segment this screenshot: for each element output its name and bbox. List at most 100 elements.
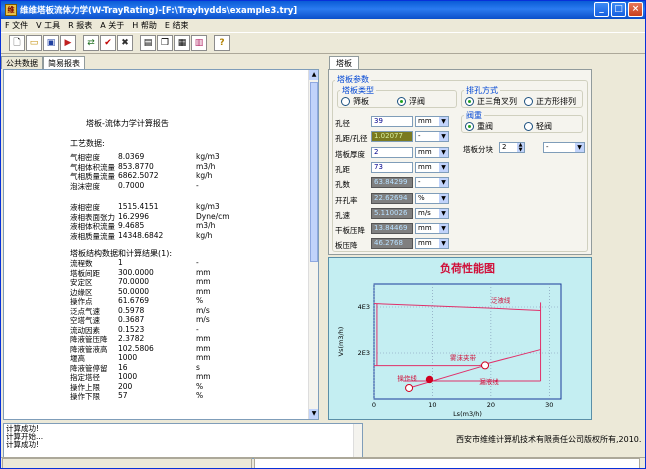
splitter[interactable]: [321, 56, 325, 420]
menu-help[interactable]: H 帮助: [132, 20, 157, 31]
field-input[interactable]: 73: [371, 161, 413, 173]
chevron-down-icon: ▼: [575, 143, 584, 152]
log-scrollbar[interactable]: [353, 424, 362, 458]
unit-select[interactable]: m/s ▼: [415, 207, 449, 219]
radio-square[interactable]: 正方形排列: [524, 96, 576, 107]
log-line: 计算成功!: [6, 424, 40, 433]
menu-about[interactable]: A 关于: [100, 20, 124, 31]
help-icon[interactable]: ?: [214, 35, 230, 51]
unit-select[interactable]: - ▼: [415, 131, 449, 143]
tray-blocks-spinner[interactable]: 2 ▲ ▼: [499, 142, 525, 153]
report-cell: -: [196, 180, 199, 190]
save-icon[interactable]: ▣: [43, 35, 59, 51]
scroll-up-icon[interactable]: ▲: [309, 70, 318, 80]
spin-arrows-icon[interactable]: ▲ ▼: [517, 143, 524, 152]
tray-blocks-unit-select[interactable]: - ▼: [543, 142, 585, 153]
menu-file[interactable]: F 文件: [5, 20, 28, 31]
data-point: [405, 383, 414, 392]
radio-dot: [397, 97, 406, 106]
field-label: 板压降: [335, 241, 358, 251]
field-label: 孔速: [335, 210, 350, 220]
report-icon[interactable]: ▤: [140, 35, 156, 51]
report-cell: mm: [196, 267, 211, 277]
minimize-button[interactable]: _: [594, 2, 609, 17]
stop-icon[interactable]: ✖: [117, 35, 133, 51]
radio-valve[interactable]: 浮阀: [397, 96, 425, 107]
report-cell: 853.8770: [118, 161, 154, 171]
scroll-down-icon[interactable]: ▼: [309, 409, 318, 419]
status-pane: [254, 458, 640, 468]
field-input[interactable]: 63.84299: [371, 177, 413, 189]
report-cell: 16: [118, 362, 128, 372]
copy-icon[interactable]: ❐: [157, 35, 173, 51]
report-cell: 70.0000: [118, 277, 150, 286]
radio-sieve[interactable]: 筛板: [341, 96, 369, 107]
log-output[interactable]: 计算成功! 计算开始... 计算成功!: [3, 423, 363, 459]
scroll-thumb[interactable]: [310, 82, 318, 262]
report-view[interactable]: 塔板-流体力学计算报告 工艺数据: 塔板结构数据和计算结果(1): ▲ ▼ 气相…: [3, 69, 319, 420]
check-icon[interactable]: ✔: [100, 35, 116, 51]
report-scrollbar[interactable]: ▲ ▼: [308, 70, 318, 419]
unit-select[interactable]: - ▼: [415, 177, 449, 189]
report-cell: 61.6769: [118, 296, 150, 305]
data-point: [481, 361, 490, 370]
window-title: 维维塔板流体力学(W-TrayRating)-[F:\Trayhydds\exa…: [20, 6, 298, 16]
chart-icon[interactable]: ▥: [191, 35, 207, 51]
field-input[interactable]: 13.84469: [371, 223, 413, 235]
unit-select[interactable]: mm ▼: [415, 146, 449, 158]
unit-select[interactable]: mm ▼: [415, 161, 449, 173]
radio-heavy-label: 重阀: [477, 122, 493, 131]
field-label: 孔径: [335, 119, 350, 128]
report-cell: 14348.6842: [118, 230, 164, 240]
chevron-down-icon: ▼: [439, 178, 448, 188]
chevron-down-icon: ▼: [439, 132, 448, 142]
close-button[interactable]: ×: [628, 2, 643, 17]
field-input[interactable]: 22.62694: [371, 192, 413, 204]
field-input[interactable]: 1.02077: [371, 131, 413, 143]
chevron-down-icon: ▼: [439, 147, 448, 157]
report-cell: kg/h: [196, 230, 213, 240]
export-icon[interactable]: ▶: [60, 35, 76, 51]
field-input[interactable]: 39: [371, 116, 413, 127]
report-cell: -: [196, 258, 199, 267]
report-cell: mm: [196, 372, 211, 381]
unit-select[interactable]: mm ▼: [415, 116, 449, 127]
report-cell: 16.2996: [118, 211, 150, 221]
maximize-button[interactable]: □: [611, 2, 626, 17]
unit-select[interactable]: mm ▼: [415, 238, 449, 250]
title-bar[interactable]: 维 维维塔板流体力学(W-TrayRating)-[F:\Trayhydds\e…: [1, 1, 645, 19]
chart-svg: 负荷性能图 0 10 20 30 2E3 4E3 Ls(m3/h) Vs(m3/h) 泛液线雾沫夹…: [337, 261, 562, 418]
report-cell: 57: [118, 391, 128, 400]
menu-exit[interactable]: E 结束: [165, 20, 189, 31]
radio-light[interactable]: 轻阀: [524, 121, 552, 132]
unit-value: mm: [418, 224, 432, 233]
series-label: 操作线: [397, 374, 417, 383]
unit-select[interactable]: mm ▼: [415, 223, 449, 235]
calc-icon[interactable]: ⇄: [83, 35, 99, 51]
report-cell: 8.0369: [118, 152, 145, 161]
report-cell: mm: [196, 334, 211, 343]
report-cell: 液相质量流量: [70, 231, 115, 241]
tab-simple-report[interactable]: 简易报表: [43, 56, 85, 69]
field-input[interactable]: 46.2768: [371, 238, 413, 250]
menu-report[interactable]: R 报表: [68, 20, 92, 31]
unit-select[interactable]: % ▼: [415, 192, 449, 204]
x-axis-label: Ls(m3/h): [453, 410, 482, 418]
tab-common-data[interactable]: 公共数据: [1, 56, 43, 69]
field-input[interactable]: 2: [371, 146, 413, 158]
field-input[interactable]: 5.110026: [371, 207, 413, 219]
menu-tools[interactable]: V 工具: [36, 20, 60, 31]
radio-heavy[interactable]: 重阀: [465, 121, 493, 132]
unit-value: -: [418, 132, 421, 141]
x-tick-label: 20: [487, 401, 495, 409]
tab-tray[interactable]: 塔板: [329, 56, 359, 69]
report-cell: mm: [196, 277, 211, 286]
report-cell: %: [196, 381, 204, 391]
print-icon[interactable]: ▦: [174, 35, 190, 51]
radio-triangle[interactable]: 正三角叉列: [465, 96, 517, 107]
report-cell: mm: [196, 286, 211, 296]
group-tray-type-label: 塔板类型: [340, 85, 376, 96]
new-icon[interactable]: 🗋: [9, 35, 25, 51]
open-icon[interactable]: ▭: [26, 35, 42, 51]
report-cell: -: [196, 324, 199, 334]
